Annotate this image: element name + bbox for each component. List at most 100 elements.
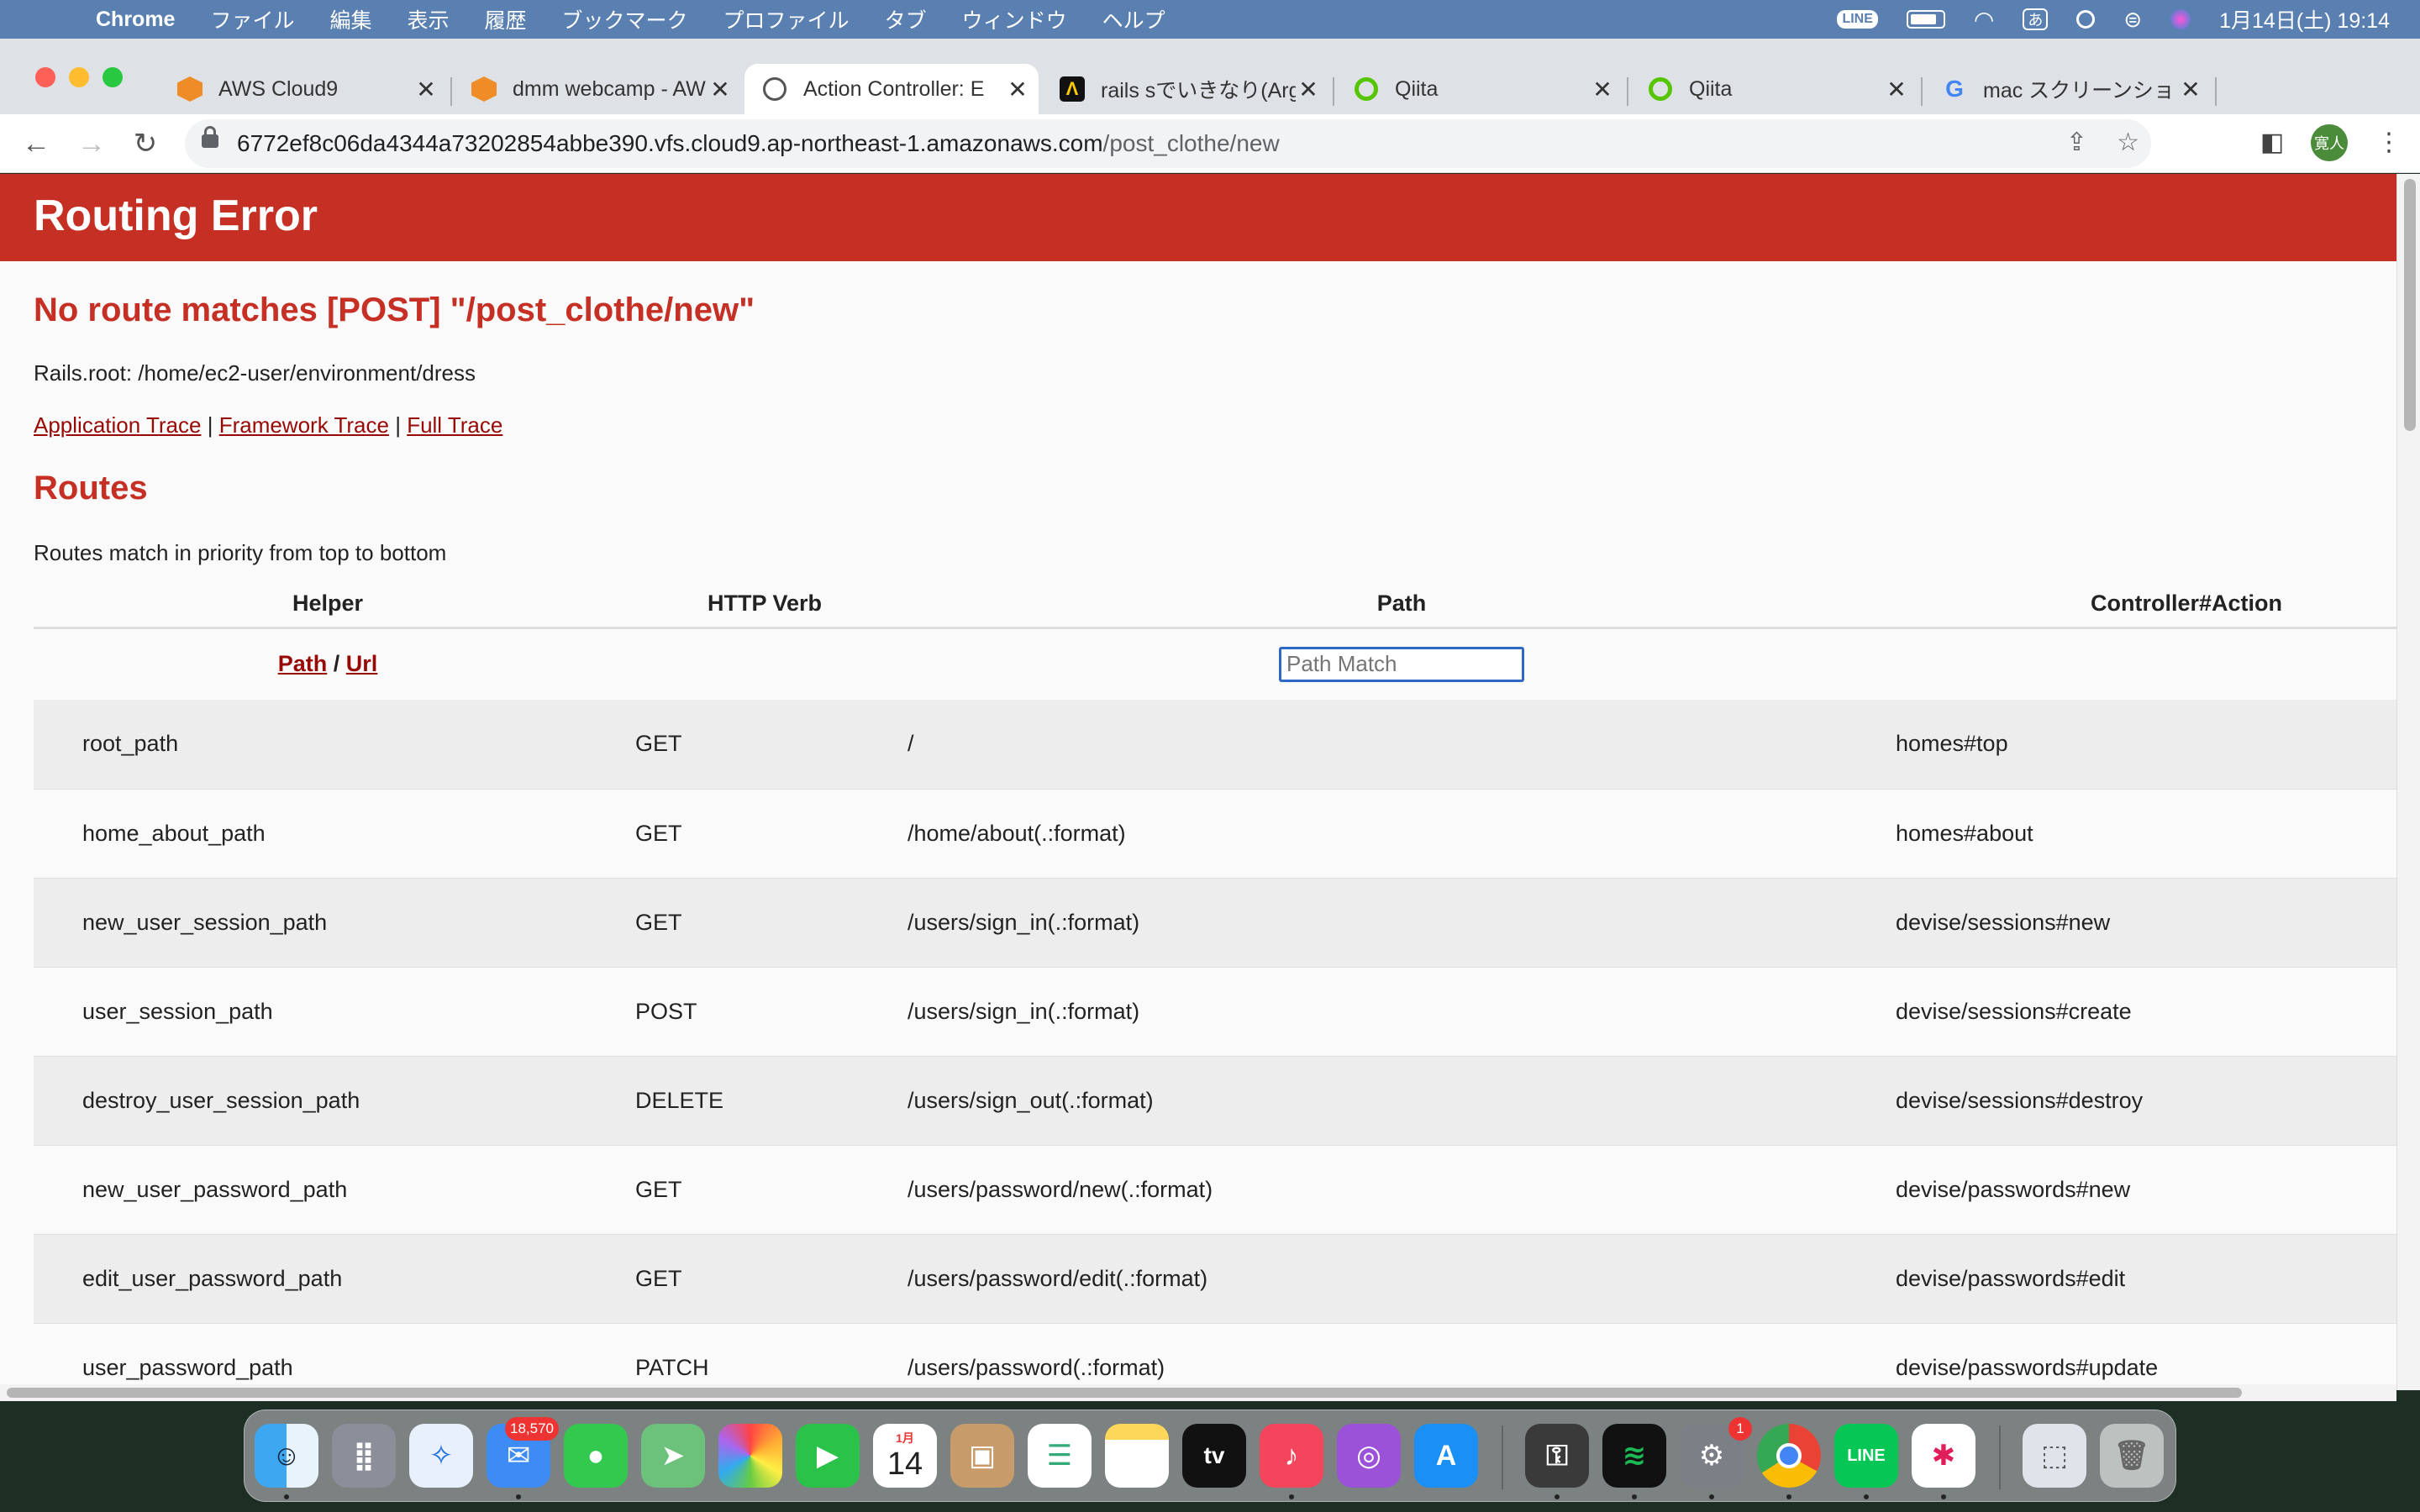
horizontal-scroll-thumb[interactable] (7, 1388, 2242, 1398)
tab-rails-s[interactable]: Λ rails sでいきなり(Arg ✕ (1042, 64, 1329, 114)
share-icon[interactable]: ⇪ (2066, 128, 2087, 157)
contacts-icon[interactable]: ▣ (950, 1424, 1014, 1488)
close-tab-icon[interactable]: ✕ (708, 76, 733, 103)
close-tab-icon[interactable]: ✕ (1884, 76, 1909, 103)
path-match-input[interactable] (1279, 646, 1524, 682)
spotify-icon[interactable]: ≋ (1602, 1424, 1666, 1488)
menu-edit[interactable]: 編集 (329, 4, 371, 34)
reminders-icon[interactable]: ☰ (1028, 1424, 1092, 1488)
close-tab-icon[interactable]: ✕ (413, 76, 439, 103)
calendar-icon[interactable]: 1月 14 (873, 1424, 937, 1488)
system-preferences-icon[interactable]: ⚙ 1 (1680, 1417, 1752, 1488)
battery-icon[interactable] (1906, 10, 1945, 29)
route-action: homes#top (1896, 700, 2396, 790)
tv-icon[interactable]: tv (1182, 1424, 1246, 1488)
close-tab-icon[interactable]: ✕ (2178, 76, 2203, 103)
side-panel-icon[interactable]: ◧ (2260, 128, 2284, 157)
route-path: /home/about(.:format) (908, 789, 1896, 879)
back-icon[interactable]: ← (15, 123, 57, 165)
menu-file[interactable]: ファイル (210, 4, 294, 34)
menu-tab[interactable]: タブ (885, 4, 927, 34)
lock-icon[interactable] (202, 126, 218, 148)
browser-toolbar: ← → ↻ 6772ef8c06da4344a73202854abbe390.v… (0, 114, 2420, 173)
music-icon[interactable]: ♪ (1260, 1424, 1323, 1488)
app-store-icon[interactable]: A (1414, 1424, 1478, 1488)
error-message: No route matches [POST] "/post_clothe/ne… (34, 291, 755, 328)
line-app-icon[interactable]: LINE (1834, 1424, 1898, 1488)
forward-icon[interactable]: → (71, 123, 113, 165)
bookmark-star-icon[interactable]: ☆ (2117, 128, 2139, 157)
control-center-icon[interactable]: ⊜ (2123, 7, 2142, 33)
profile-avatar[interactable]: 寛人 (2311, 124, 2348, 161)
line-icon[interactable]: LINE (1837, 10, 1878, 29)
tab-action-controller[interactable]: Action Controller: E ✕ (744, 64, 1039, 114)
calendar-day: 14 (886, 1446, 923, 1482)
input-method-icon[interactable]: あ (2023, 8, 2049, 30)
keychain-icon[interactable]: ⚿ (1525, 1424, 1589, 1488)
route-action: devise/sessions#new (1896, 878, 2396, 968)
facetime-icon[interactable]: ▶ (796, 1424, 860, 1488)
horizontal-scrollbar[interactable] (0, 1384, 2396, 1401)
url-host: 6772ef8c06da4344a73202854abbe390.vfs.clo… (237, 130, 1103, 156)
framework-trace-link[interactable]: Framework Trace (219, 412, 389, 438)
vertical-scroll-thumb[interactable] (2404, 179, 2416, 431)
maps-icon[interactable]: ➤ (641, 1424, 705, 1488)
zoom-window-button[interactable] (103, 67, 123, 87)
path-url-toggle: Path / Url (34, 627, 622, 700)
toggle-slash: / (333, 651, 340, 677)
tab-dmm-webcamp[interactable]: dmm webcamp - AW ✕ (454, 64, 741, 114)
slack-icon[interactable]: ✱ (1912, 1424, 1975, 1488)
chrome-menu-icon[interactable]: ⋮ (2376, 128, 2402, 157)
menu-window[interactable]: ウィンドウ (962, 4, 1067, 34)
route-helper: root_path (34, 700, 622, 790)
menu-bookmarks[interactable]: ブックマーク (562, 4, 688, 34)
full-trace-link[interactable]: Full Trace (407, 412, 502, 438)
wifi-icon[interactable]: ◠ (1974, 6, 1994, 34)
screenshot-icon[interactable]: ⬚ (2023, 1424, 2086, 1488)
routes-table: Helper HTTP Verb Path Controller#Action … (34, 580, 2396, 1390)
url-toggle-link[interactable]: Url (346, 651, 378, 676)
tab-title: rails sでいきなり(Arg (1101, 79, 1296, 102)
menu-history[interactable]: 履歴 (485, 4, 527, 34)
notes-icon[interactable] (1105, 1424, 1169, 1488)
menu-clock[interactable]: 1月14日(土) 19:14 (2219, 4, 2390, 34)
application-trace-link[interactable]: Application Trace (34, 412, 201, 438)
menu-app-name[interactable]: Chrome (96, 8, 175, 32)
minimize-window-button[interactable] (69, 67, 89, 87)
close-tab-icon[interactable]: ✕ (1005, 76, 1030, 103)
route-action: devise/passwords#update (1896, 1323, 2396, 1390)
route-row: edit_user_password_path GET /users/passw… (34, 1234, 2396, 1324)
route-verb: GET (622, 789, 908, 879)
path-toggle-link[interactable]: Path (278, 651, 328, 676)
tab-title: Action Controller: E (803, 76, 985, 101)
messages-icon[interactable]: ● (564, 1424, 628, 1488)
photos-icon[interactable] (718, 1424, 782, 1488)
trash-icon[interactable]: 🗑 (2100, 1424, 2164, 1488)
tab-google-search[interactable]: G mac スクリーンショッ ✕ (1924, 64, 2212, 114)
menu-view[interactable]: 表示 (408, 4, 450, 34)
tab-title: AWS Cloud9 (218, 76, 339, 101)
launchpad-icon[interactable]: ⣿ (332, 1424, 396, 1488)
vertical-scrollbar[interactable] (2396, 174, 2420, 1390)
podcasts-icon[interactable]: ◎ (1337, 1424, 1401, 1488)
safari-icon[interactable]: ✧ (409, 1424, 473, 1488)
tab-aws-cloud9[interactable]: AWS Cloud9 ✕ (160, 64, 447, 114)
search-icon[interactable] (2076, 10, 2096, 29)
url-path: /post_clothe/new (1102, 130, 1280, 156)
close-tab-icon[interactable]: ✕ (1590, 76, 1615, 103)
close-tab-icon[interactable]: ✕ (1296, 76, 1321, 103)
tab-qiita-2[interactable]: Qiita ✕ (1630, 64, 1918, 114)
route-helper: destroy_user_session_path (34, 1056, 622, 1146)
chrome-icon[interactable] (1757, 1424, 1821, 1488)
column-path: Path (908, 580, 1896, 629)
route-path: /users/password/edit(.:format) (908, 1234, 1896, 1324)
mail-icon[interactable]: ✉ 18,570 (487, 1417, 559, 1488)
close-window-button[interactable] (35, 67, 55, 87)
address-bar[interactable]: 6772ef8c06da4344a73202854abbe390.vfs.clo… (185, 119, 2151, 168)
tab-qiita-1[interactable]: Qiita ✕ (1336, 64, 1623, 114)
siri-icon[interactable] (2170, 9, 2191, 29)
menu-profiles[interactable]: プロファイル (723, 4, 850, 34)
finder-icon[interactable]: ☺ (255, 1424, 318, 1488)
reload-icon[interactable]: ↻ (124, 123, 166, 165)
menu-help[interactable]: ヘルプ (1102, 4, 1165, 34)
